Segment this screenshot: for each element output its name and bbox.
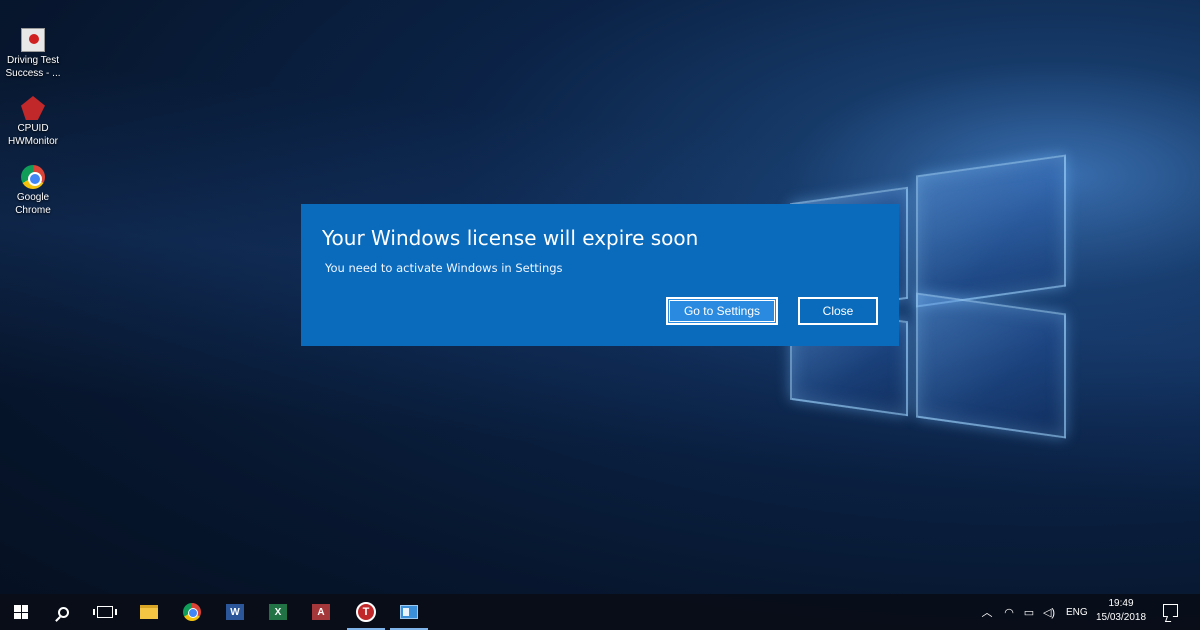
word-icon: W bbox=[226, 604, 244, 620]
excel-icon: X bbox=[269, 604, 287, 620]
search-icon bbox=[57, 606, 69, 618]
windows-logo-icon bbox=[14, 605, 28, 619]
chrome-icon bbox=[21, 165, 45, 189]
logo-pane bbox=[916, 154, 1066, 308]
logo-pane bbox=[916, 292, 1066, 439]
clock-date: 15/03/2018 bbox=[1095, 612, 1147, 623]
action-center-icon[interactable] bbox=[1163, 604, 1178, 617]
clock[interactable]: 19:49 15/03/2018 bbox=[1090, 597, 1152, 625]
network-icon[interactable]: ◠ bbox=[1002, 605, 1016, 619]
folder-icon bbox=[140, 605, 158, 619]
task-view-icon bbox=[93, 606, 117, 618]
desktop-icon-label: Driving Test Success - ... bbox=[5, 55, 61, 79]
task-view-button[interactable] bbox=[84, 594, 126, 630]
desktop-icon-label: Google Chrome bbox=[15, 192, 51, 216]
excel-taskbar-button[interactable]: X bbox=[257, 594, 299, 630]
language-indicator[interactable]: ENG bbox=[1066, 607, 1088, 618]
dialog-message: You need to activate Windows in Settings bbox=[325, 261, 563, 275]
desktop-icon-cpuid[interactable]: CPUID HWMonitor bbox=[2, 96, 64, 148]
desktop-icon-driving-test[interactable]: Driving Test Success - ... bbox=[2, 28, 64, 80]
file-explorer-button[interactable] bbox=[128, 594, 170, 630]
driving-test-icon bbox=[21, 28, 45, 52]
desktop-icon-chrome[interactable]: Google Chrome bbox=[2, 165, 64, 217]
system-tray: ︿ ◠ ▭ ◁) ENG bbox=[980, 594, 1088, 630]
chevron-up-icon[interactable]: ︿ bbox=[980, 605, 994, 619]
t-app-taskbar-button[interactable]: T bbox=[345, 594, 387, 630]
license-expire-dialog: Your Windows license will expire soon Yo… bbox=[301, 204, 899, 346]
dialog-title: Your Windows license will expire soon bbox=[322, 226, 699, 250]
clock-time: 19:49 bbox=[1108, 598, 1134, 609]
window-app-icon bbox=[400, 605, 418, 619]
close-button[interactable]: Close bbox=[798, 297, 878, 325]
cpuid-icon bbox=[21, 96, 45, 120]
access-taskbar-button[interactable]: A bbox=[300, 594, 342, 630]
chrome-icon bbox=[183, 603, 201, 621]
access-icon: A bbox=[312, 604, 330, 620]
t-app-icon: T bbox=[356, 602, 376, 622]
battery-icon[interactable]: ▭ bbox=[1022, 605, 1036, 619]
word-taskbar-button[interactable]: W bbox=[214, 594, 256, 630]
desktop-icon-label: CPUID HWMonitor bbox=[7, 123, 58, 147]
start-button[interactable] bbox=[0, 594, 42, 630]
window-app-taskbar-button[interactable] bbox=[388, 594, 430, 630]
search-button[interactable] bbox=[42, 594, 84, 630]
volume-icon[interactable]: ◁) bbox=[1042, 605, 1056, 619]
chrome-taskbar-button[interactable] bbox=[171, 594, 213, 630]
taskbar: W X A T ︿ ◠ ▭ ◁) ENG 19:49 15/03/2018 bbox=[0, 594, 1200, 630]
go-to-settings-button[interactable]: Go to Settings bbox=[666, 297, 778, 325]
